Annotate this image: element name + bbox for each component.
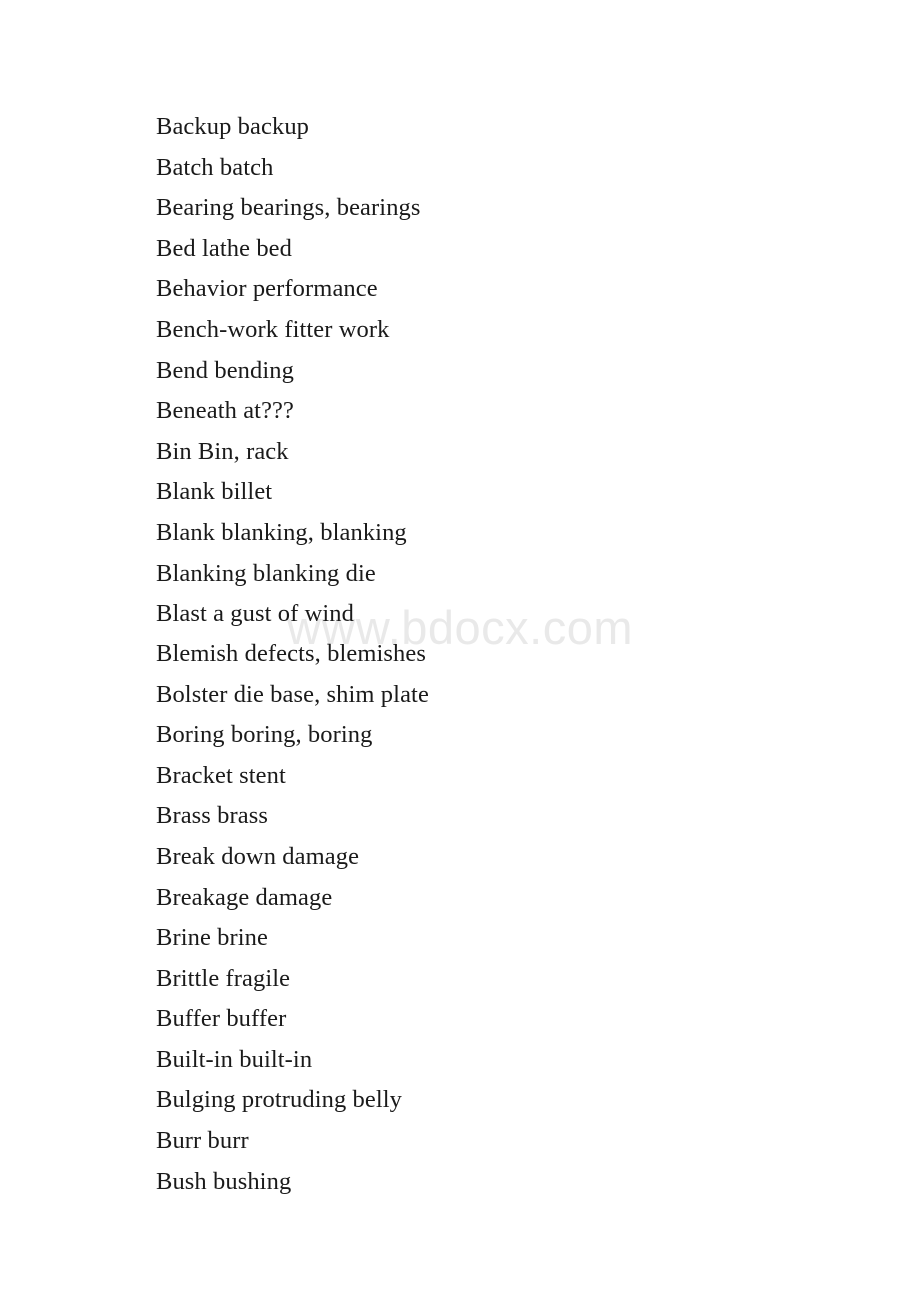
list-item: Bed lathe bed (156, 234, 293, 262)
list-item: Buffer buffer (156, 1005, 287, 1033)
list-item: Blank billet (156, 478, 273, 506)
list-item: Blank blanking, blanking (156, 518, 407, 546)
list-item: Backup backup (156, 113, 310, 140)
list-item: Break down damage (156, 842, 360, 870)
list-item: Bin Bin, rack (156, 437, 289, 465)
list-item: Blemish defects, blemishes (156, 640, 427, 668)
list-item: Bracket stent (156, 761, 286, 789)
list-item: Blanking blanking die (156, 559, 376, 587)
list-item: Burr burr (156, 1127, 249, 1155)
list-item: Batch batch (156, 153, 274, 181)
list-item: Brittle fragile (156, 964, 291, 992)
list-item: Breakage damage (156, 883, 333, 911)
list-item: Beneath at??? (156, 397, 294, 425)
list-item: Blast a gust of wind (156, 600, 354, 628)
list-item: Brine brine (156, 924, 268, 952)
list-item: Brass brass (156, 802, 269, 830)
list-item: Bolster die base, shim plate (156, 680, 429, 708)
list-item: Bulging protruding belly (156, 1086, 403, 1114)
list-item: Bush bushing (156, 1167, 292, 1195)
list-item: Built-in built-in (156, 1045, 313, 1073)
glossary-list: Backup backup Batch batch Bearing bearin… (156, 107, 796, 1202)
list-item: Bend bending (156, 356, 294, 384)
list-item: Behavior performance (156, 275, 378, 303)
list-item: Bearing bearings, bearings (156, 194, 421, 222)
list-item: Bench-work fitter work (156, 315, 390, 343)
list-item: Boring boring, boring (156, 721, 373, 749)
document-page: www.bdocx.com Backup backup Batch batch … (0, 0, 920, 1302)
